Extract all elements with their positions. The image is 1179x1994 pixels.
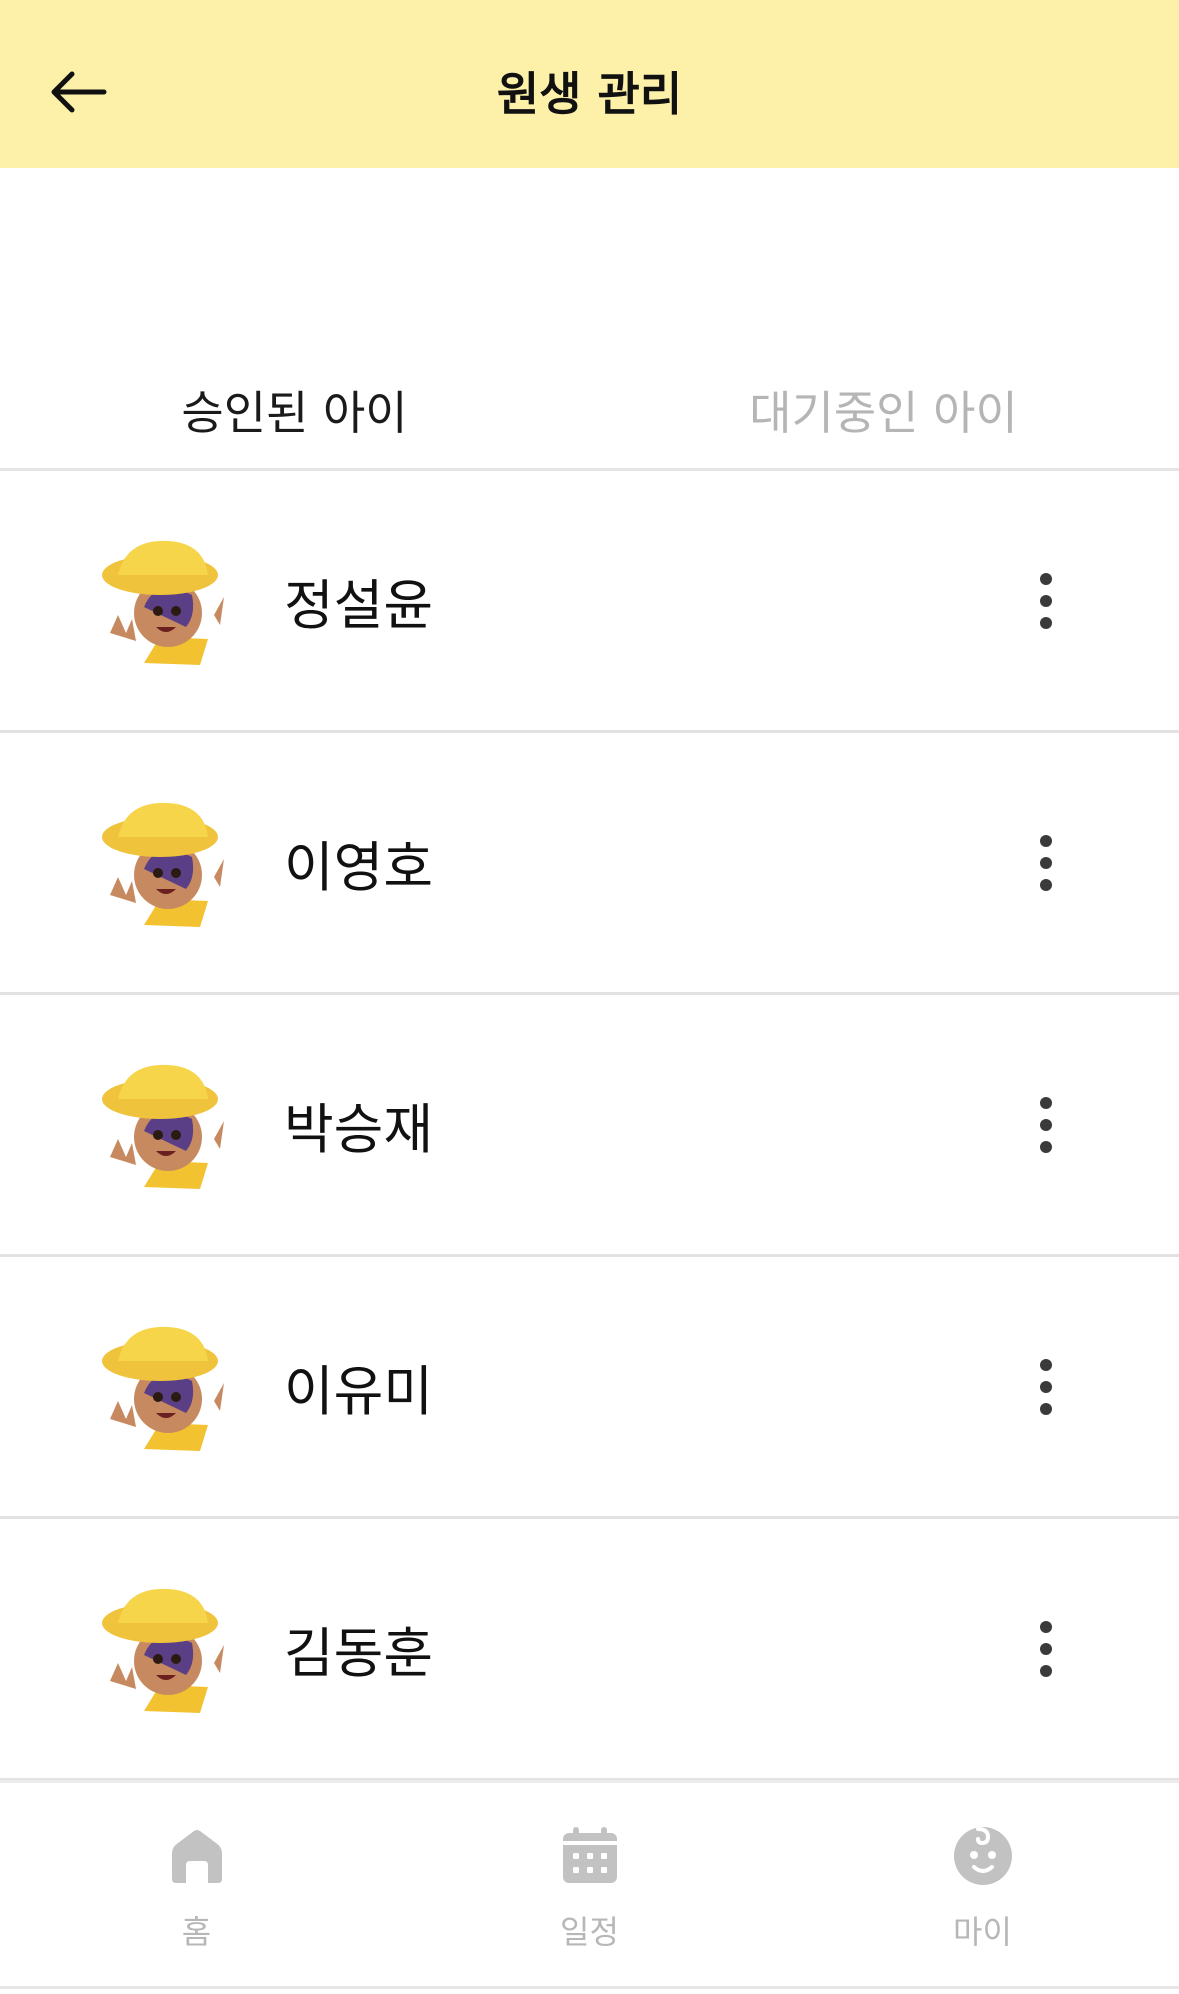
baby-face-icon	[954, 1827, 1012, 1885]
more-options-button[interactable]	[1016, 823, 1076, 903]
more-options-button[interactable]	[1016, 1347, 1076, 1427]
child-list: 정설윤 이영호 박승재 이유미 김동훈	[0, 471, 1179, 1781]
tab-bar: 승인된 아이 대기중인 아이	[0, 350, 1179, 470]
nav-my[interactable]: 마이	[786, 1783, 1179, 1983]
tab-approved[interactable]: 승인된 아이	[0, 350, 589, 470]
child-name: 김동훈	[284, 1622, 434, 1685]
calendar-icon	[563, 1827, 617, 1883]
list-item[interactable]: 정설윤	[0, 471, 1179, 733]
more-vertical-icon	[1040, 1097, 1052, 1153]
list-item[interactable]: 이유미	[0, 1257, 1179, 1519]
nav-label: 마이	[953, 1913, 1012, 1951]
more-vertical-icon	[1040, 1359, 1052, 1415]
tab-pending[interactable]: 대기중인 아이	[589, 350, 1178, 470]
more-options-button[interactable]	[1016, 1085, 1076, 1165]
more-vertical-icon	[1040, 573, 1052, 629]
child-name: 정설윤	[284, 574, 434, 637]
more-vertical-icon	[1040, 835, 1052, 891]
child-avatar	[102, 1064, 224, 1189]
child-avatar	[102, 1588, 224, 1713]
child-name: 이유미	[284, 1360, 434, 1423]
nav-label: 홈	[181, 1913, 212, 1951]
bottom-nav: 홈 일정 마이	[0, 1780, 1179, 1994]
nav-bottom-divider	[0, 1986, 1179, 1989]
nav-home[interactable]: 홈	[0, 1783, 393, 1983]
more-vertical-icon	[1040, 1621, 1052, 1677]
more-options-button[interactable]	[1016, 561, 1076, 641]
home-icon	[172, 1830, 222, 1883]
child-avatar	[102, 802, 224, 927]
nav-schedule[interactable]: 일정	[393, 1783, 786, 1983]
child-name: 박승재	[284, 1098, 434, 1161]
nav-label: 일정	[560, 1913, 619, 1951]
child-avatar	[102, 1326, 224, 1451]
top-bar: 원생 관리	[0, 0, 1179, 168]
list-item[interactable]: 이영호	[0, 733, 1179, 995]
list-item[interactable]: 김동훈	[0, 1519, 1179, 1781]
child-avatar	[102, 540, 224, 665]
page-title: 원생 관리	[496, 67, 683, 121]
child-name: 이영호	[284, 836, 434, 899]
more-options-button[interactable]	[1016, 1609, 1076, 1689]
list-item[interactable]: 박승재	[0, 995, 1179, 1257]
